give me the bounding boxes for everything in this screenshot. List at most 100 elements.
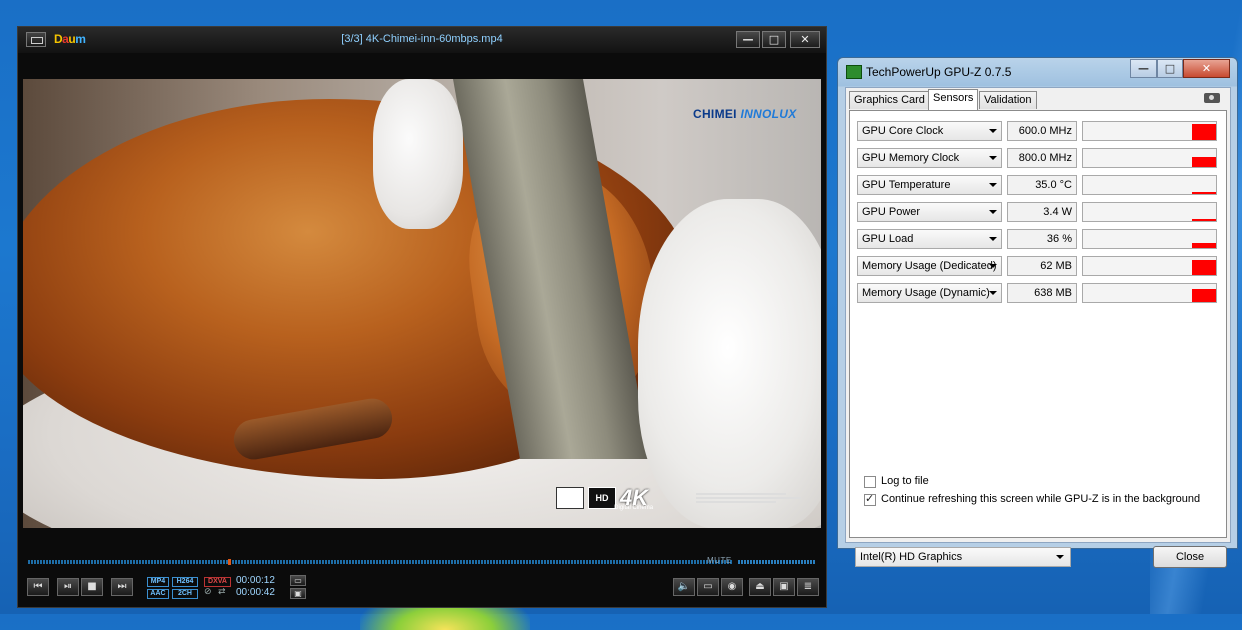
sensor-value: 3.4 W (1007, 202, 1077, 222)
sensor-select[interactable]: GPU Core Clock (857, 121, 1002, 141)
device-select-value: Intel(R) HD Graphics (860, 551, 963, 563)
window-mode-icon[interactable]: ▭ (290, 575, 306, 586)
sensor-name: GPU Temperature (862, 179, 951, 191)
eject-icon[interactable]: ⏏ (749, 578, 771, 596)
sensor-select[interactable]: Memory Usage (Dynamic) (857, 283, 1002, 303)
sensor-graph-fill (1192, 192, 1216, 194)
sensors-panel: GPU Core Clock 600.0 MHz GPU Memory Clock 8… (849, 110, 1227, 538)
gpuz-title: TechPowerUp GPU-Z 0.7.5 (866, 65, 1012, 79)
player-maximize-button[interactable]: □ (762, 31, 786, 48)
tab-sensors[interactable]: Sensors (928, 89, 979, 110)
sensor-name: Memory Usage (Dynamic) (862, 287, 990, 299)
capture-icon[interactable]: ▣ (773, 578, 795, 596)
sensor-value: 62 MB (1007, 256, 1077, 276)
mute-label[interactable]: MUTE (707, 556, 732, 565)
sensor-value: 600.0 MHz (1007, 121, 1077, 141)
next-button[interactable]: ⏭ (111, 578, 133, 596)
sensor-select[interactable]: Memory Usage (Dedicated) (857, 256, 1002, 276)
chevron-down-icon (989, 264, 997, 268)
sensor-select[interactable]: GPU Power (857, 202, 1002, 222)
sensor-name: Memory Usage (Dedicated) (862, 260, 997, 272)
volume-bar[interactable] (738, 560, 816, 564)
gpuz-close-window-button[interactable]: ✕ (1183, 59, 1230, 78)
stop-button[interactable]: ■ (81, 578, 103, 596)
sensor-graph-fill (1192, 124, 1216, 140)
time-current: 00:00:12 (236, 575, 275, 586)
badge-video-codec: H264 (172, 577, 198, 587)
repeat-off-icon[interactable]: ⊘ (204, 587, 212, 597)
gpuz-app-icon (846, 65, 862, 79)
media-player-window: Daum [3/3] 4K-Chimei-inn-60mbps.mp4 — □ … (17, 26, 827, 608)
brand-chimei: CHIMEI (693, 107, 737, 121)
gpuz-window: TechPowerUp GPU-Z 0.7.5 — □ ✕ Graphics C… (837, 57, 1238, 568)
video-brand-watermark: CHIMEI INNOLUX (693, 107, 797, 121)
chevron-down-icon (1056, 555, 1064, 559)
badge-renderer: DXVA (204, 577, 231, 587)
playlist-icon[interactable]: ≣ (797, 578, 819, 596)
sensor-name: GPU Power (862, 206, 921, 218)
badge-audio-channels: 2CH (172, 589, 198, 599)
player-title: [3/3] 4K-Chimei-inn-60mbps.mp4 (341, 33, 503, 45)
video-frame[interactable]: CHIMEI INNOLUX HD 4K Digital Cinema (23, 79, 821, 528)
play-pause-button[interactable]: ⏯ (57, 578, 79, 596)
sensor-graph (1082, 283, 1217, 303)
continue-refresh-label[interactable]: Continue refreshing this screen while GP… (881, 493, 1200, 505)
settings-icon[interactable]: ◉ (721, 578, 743, 596)
sensor-name: GPU Load (862, 233, 914, 245)
chevron-down-icon (989, 210, 997, 214)
sensor-graph-fill (1192, 219, 1216, 221)
sensor-graph (1082, 175, 1217, 195)
brand-innolux: INNOLUX (740, 107, 797, 121)
sensor-graph (1082, 229, 1217, 249)
sensor-graph (1082, 256, 1217, 276)
chevron-down-icon (989, 183, 997, 187)
video-fineprint (696, 491, 806, 505)
time-total[interactable]: 00:00:42 (236, 587, 275, 598)
close-button[interactable]: Close (1153, 546, 1227, 568)
repeat-icon[interactable]: ⇄ (218, 587, 226, 597)
chevron-down-icon (989, 129, 997, 133)
sensor-select[interactable]: GPU Memory Clock (857, 148, 1002, 168)
video-cinema-logos: HD 4K Digital Cinema (556, 487, 806, 511)
fullscreen-icon[interactable]: ▣ (290, 588, 306, 599)
sensor-value: 35.0 °C (1007, 175, 1077, 195)
gpuz-body: Graphics Card Sensors Validation GPU Cor… (845, 87, 1231, 568)
player-titlebar[interactable]: Daum [3/3] 4K-Chimei-inn-60mbps.mp4 — □ … (18, 27, 826, 53)
sensor-value: 638 MB (1007, 283, 1077, 303)
subtitle-icon[interactable]: ▭ (697, 578, 719, 596)
log-to-file-checkbox[interactable] (864, 476, 876, 488)
volume-icon[interactable]: 🔈 (673, 578, 695, 596)
sensor-graph (1082, 202, 1217, 222)
video-glove-right (638, 199, 821, 528)
continue-refresh-checkbox[interactable] (864, 492, 876, 506)
chevron-down-icon (989, 237, 997, 241)
sensor-name: GPU Core Clock (862, 125, 944, 137)
sensor-graph (1082, 121, 1217, 141)
video-glove-left (373, 79, 463, 229)
gpuz-maximize-button[interactable]: □ (1157, 59, 1183, 78)
player-minimize-button[interactable]: — (736, 31, 760, 48)
chevron-down-icon (989, 291, 997, 295)
sensor-graph-fill (1192, 157, 1216, 167)
sensor-name: GPU Memory Clock (862, 152, 960, 164)
sensor-value: 36 % (1007, 229, 1077, 249)
log-to-file-label[interactable]: Log to file (881, 475, 929, 487)
player-close-button[interactable]: ✕ (790, 31, 820, 48)
sensor-select[interactable]: GPU Temperature (857, 175, 1002, 195)
sensor-graph-fill (1192, 243, 1216, 248)
seek-position-marker[interactable] (228, 559, 231, 565)
device-select[interactable]: Intel(R) HD Graphics (855, 547, 1071, 567)
badge-video-container: MP4 (147, 577, 169, 587)
hd-logo: HD (588, 487, 616, 509)
badge-audio-codec: AAC (147, 589, 169, 599)
seek-bar[interactable] (28, 560, 732, 564)
sensor-select[interactable]: GPU Load (857, 229, 1002, 249)
tab-graphics-card[interactable]: Graphics Card (849, 91, 930, 109)
chevron-down-icon (989, 156, 997, 160)
sensor-graph (1082, 148, 1217, 168)
camera-icon[interactable] (1204, 93, 1220, 103)
tab-validation[interactable]: Validation (979, 91, 1037, 109)
previous-button[interactable]: ⏮ (27, 578, 49, 596)
sensor-value: 800.0 MHz (1007, 148, 1077, 168)
gpuz-minimize-button[interactable]: — (1130, 59, 1157, 78)
